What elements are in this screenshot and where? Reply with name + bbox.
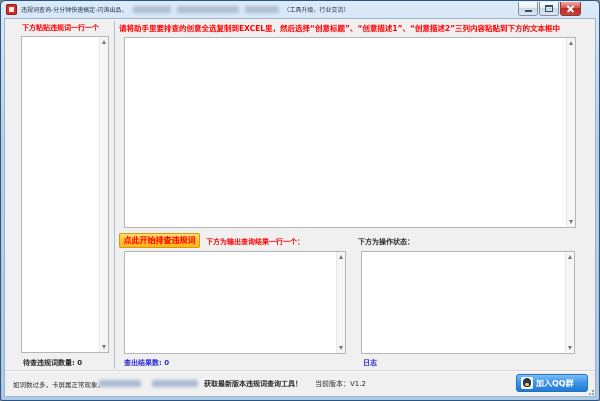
qq-icon	[521, 377, 533, 389]
panel-separator	[114, 21, 115, 369]
instruction-label: 请将助手里要排查的创意全选复制到EXCEL里，然后选择“创意标题”、“创意描述1…	[119, 23, 560, 34]
results-count-label: 查出结果数:	[124, 359, 162, 367]
window-title-note: （工具升级、行业交流）	[283, 5, 349, 14]
source-content-textbox[interactable]	[124, 37, 576, 228]
app-window: 违规词查询-分分钟快速搞定-闪涛出品， （工具升级、行业交流） 下方粘贴违规词一…	[0, 0, 600, 401]
results-count-value: 0	[164, 359, 169, 367]
start-query-button[interactable]: 点此开始排查违规词	[119, 233, 200, 248]
scrollbar[interactable]	[336, 252, 345, 353]
client-area: 下方粘贴违规词一行一个 请将助手里要排查的创意全选复制到EXCEL里，然后选择“…	[4, 18, 596, 397]
log-value	[364, 253, 563, 352]
resize-grip[interactable]	[586, 387, 594, 395]
pending-count: 待查违规词数量: 0	[23, 358, 82, 368]
redacted-title-text	[133, 6, 171, 13]
join-qq-button[interactable]: 加入QQ群	[516, 374, 588, 392]
scrollbar[interactable]	[99, 37, 108, 352]
app-icon	[6, 4, 17, 15]
statusbar: 如词数过多，卡屏属正常现象， 获取最新版本违规词查询工具！ 当前版本：V1.2 …	[5, 370, 595, 396]
paste-words-label: 下方粘贴违规词一行一个	[22, 23, 99, 33]
operation-status-label: 下方为操作状态：	[358, 237, 414, 247]
minimize-icon	[525, 10, 532, 12]
results-count: 查出结果数: 0	[124, 358, 169, 368]
redacted-title-text	[245, 6, 279, 13]
query-results-textbox[interactable]	[124, 251, 346, 354]
query-results-value	[127, 253, 334, 352]
violation-words-textbox[interactable]	[21, 36, 109, 353]
log-textbox[interactable]	[361, 251, 575, 354]
log-label: 日志	[363, 358, 377, 368]
violation-words-value	[24, 38, 97, 351]
pending-count-label: 待查违规词数量:	[23, 359, 75, 367]
window-controls	[518, 2, 581, 16]
pending-count-value: 0	[77, 359, 82, 367]
current-version-text: 当前版本：V1.2	[315, 379, 366, 389]
status-notice: 如词数过多，卡屏属正常现象，	[13, 379, 104, 389]
scrollbar[interactable]	[565, 252, 574, 353]
maximize-icon	[545, 5, 553, 12]
scrollbar[interactable]	[566, 38, 575, 227]
window-title: 违规词查询-分分钟快速搞定-闪涛出品，	[21, 5, 127, 14]
output-results-label: 下方为输出查询结果一行一个：	[206, 237, 304, 247]
minimize-button[interactable]	[518, 2, 538, 16]
redacted-contact	[99, 380, 141, 387]
close-button[interactable]	[560, 2, 581, 16]
close-icon	[566, 4, 575, 13]
titlebar: 违规词查询-分分钟快速搞定-闪涛出品， （工具升级、行业交流）	[1, 1, 599, 18]
source-content-value	[127, 39, 564, 226]
latest-version-text: 获取最新版本违规词查询工具！	[204, 379, 302, 389]
redacted-title-text	[177, 6, 239, 13]
maximize-button[interactable]	[539, 2, 559, 16]
redacted-contact	[152, 380, 198, 387]
join-qq-label: 加入QQ群	[536, 378, 574, 389]
